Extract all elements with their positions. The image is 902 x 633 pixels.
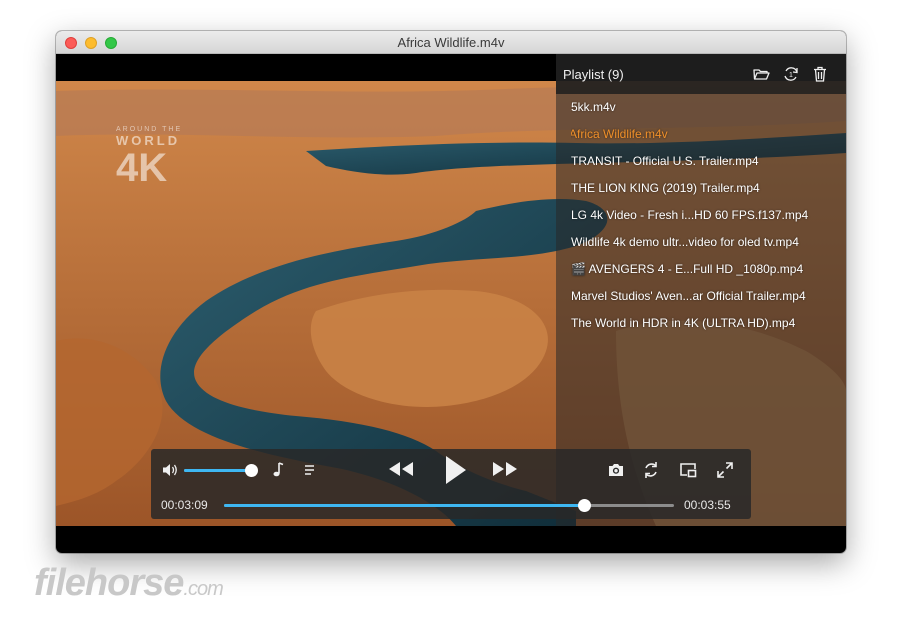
playlist-item[interactable]: THE LION KING (2019) Trailer.mp4 xyxy=(571,181,841,201)
window-title: Africa Wildlife.m4v xyxy=(397,35,505,50)
playback-controls: 00:03:09 00:03:55 xyxy=(151,449,751,519)
screenshot-icon[interactable] xyxy=(607,461,625,479)
watermark-brand: filehorse xyxy=(34,562,184,604)
playlist-title: Playlist (9) xyxy=(563,67,624,82)
fullscreen-icon[interactable] xyxy=(716,461,734,479)
trash-icon[interactable] xyxy=(811,65,829,83)
play-icon[interactable] xyxy=(441,454,469,486)
playlist-item-label: TRANSIT - Official U.S. Trailer.mp4 xyxy=(571,154,759,168)
total-duration: 00:03:55 xyxy=(684,498,731,512)
playlist-icon[interactable] xyxy=(303,463,317,477)
playlist-header: Playlist (9) 1 xyxy=(556,54,846,94)
playlist-item-label: Marvel Studios' Aven...ar Official Trail… xyxy=(571,289,806,303)
playlist-item-label: Wildlife 4k demo ultr...video for oled t… xyxy=(571,235,799,249)
folder-open-icon[interactable] xyxy=(752,65,770,83)
elapsed-time: 00:03:09 xyxy=(161,498,208,512)
title-bar[interactable]: Africa Wildlife.m4v xyxy=(56,31,846,54)
watermark-suffix: .com xyxy=(183,578,223,600)
volume-icon[interactable] xyxy=(161,461,179,479)
repeat-one-icon[interactable]: 1 xyxy=(782,65,800,83)
playlist-item-label: THE LION KING (2019) Trailer.mp4 xyxy=(571,181,760,195)
fast-forward-icon[interactable] xyxy=(491,459,519,479)
watermark-small-text: AROUND THE xyxy=(116,126,183,133)
volume-fill xyxy=(184,469,251,472)
playlist-item[interactable]: 5kk.m4v xyxy=(571,100,841,120)
playlist-item[interactable]: Wildlife 4k demo ultr...video for oled t… xyxy=(571,235,841,255)
volume-slider[interactable] xyxy=(184,464,258,477)
watermark-4k-text: 4K xyxy=(116,146,168,190)
playlist-item-label: LG 4k Video - Fresh i...HD 60 FPS.f137.m… xyxy=(571,208,809,222)
playlist-item[interactable]: The World in HDR in 4K (ULTRA HD).mp4 xyxy=(571,316,841,336)
seek-knob[interactable] xyxy=(578,499,591,512)
player-window: Africa Wildlife.m4v AROUND THE WORLD 4K … xyxy=(56,31,846,553)
playlist-item[interactable]: LG 4k Video - Fresh i...HD 60 FPS.f137.m… xyxy=(571,208,841,228)
svg-text:1: 1 xyxy=(789,72,793,79)
playlist-item[interactable]: Marvel Studios' Aven...ar Official Trail… xyxy=(571,289,841,309)
video-watermark-logo: AROUND THE WORLD 4K xyxy=(116,126,186,188)
picture-in-picture-icon[interactable] xyxy=(679,461,697,479)
playlist-item[interactable]: 🎬 AVENGERS 4 - E...Full HD _1080p.mp4 xyxy=(571,262,841,282)
playlist-item-label: 🎬 AVENGERS 4 - E...Full HD _1080p.mp4 xyxy=(571,262,804,276)
volume-knob[interactable] xyxy=(245,464,258,477)
playlist-item-active[interactable]: ▸Africa Wildlife.m4v xyxy=(571,127,841,147)
seek-bar[interactable] xyxy=(224,499,674,512)
loop-icon[interactable] xyxy=(642,460,660,480)
filehorse-watermark: filehorse.com xyxy=(34,562,224,605)
playlist-item-label: 5kk.m4v xyxy=(571,100,616,114)
playlist-item-label: The World in HDR in 4K (ULTRA HD).mp4 xyxy=(571,316,796,330)
playlist-item[interactable]: TRANSIT - Official U.S. Trailer.mp4 xyxy=(571,154,841,174)
seek-fill xyxy=(224,504,584,507)
audio-track-icon[interactable] xyxy=(271,461,287,479)
rewind-icon[interactable] xyxy=(387,459,415,479)
playlist-item-label: Africa Wildlife.m4v xyxy=(571,127,668,141)
